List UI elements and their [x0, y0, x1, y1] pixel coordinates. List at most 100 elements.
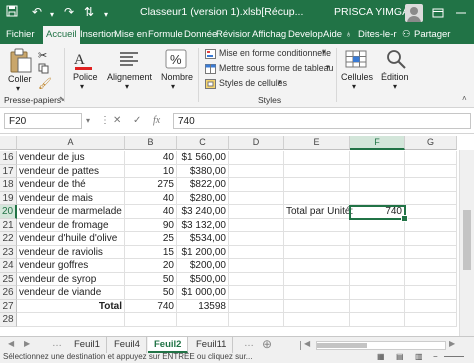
- cell-g22[interactable]: [405, 232, 457, 246]
- cell-styles-button[interactable]: Styles de cellules: [219, 78, 287, 88]
- cell-f27[interactable]: [350, 299, 405, 313]
- cell-b17[interactable]: 10: [125, 164, 177, 178]
- tab-revision[interactable]: Révisior: [216, 29, 250, 40]
- cell-e21[interactable]: [284, 218, 350, 232]
- cell-d19[interactable]: [229, 191, 284, 205]
- cell-b21[interactable]: 90: [125, 218, 177, 232]
- cell-g17[interactable]: [405, 164, 457, 178]
- column-header-d[interactable]: D: [229, 136, 284, 150]
- column-header-e[interactable]: E: [284, 136, 350, 150]
- cell-f22[interactable]: [350, 232, 405, 246]
- cell-g27[interactable]: [405, 299, 457, 313]
- cell-a17[interactable]: vendeur de pattes: [17, 164, 125, 178]
- cell-d25[interactable]: [229, 272, 284, 286]
- column-header-b[interactable]: B: [125, 136, 177, 150]
- cell-f17[interactable]: [350, 164, 405, 178]
- font-dropdown-icon[interactable]: ▾: [80, 82, 84, 91]
- cell-g20[interactable]: [405, 205, 457, 219]
- cell-d22[interactable]: [229, 232, 284, 246]
- cells-button[interactable]: Cellules: [341, 72, 373, 82]
- tab-formules[interactable]: Formule: [148, 29, 183, 40]
- cell-c16[interactable]: $1 560,00: [177, 151, 229, 165]
- cell-b20[interactable]: 40: [125, 205, 177, 219]
- cell-c27[interactable]: 13598: [177, 299, 229, 313]
- cell-b27[interactable]: 740: [125, 299, 177, 313]
- conditional-formatting-icon[interactable]: [205, 49, 216, 62]
- cell-d20[interactable]: [229, 205, 284, 219]
- cell-c17[interactable]: $380,00: [177, 164, 229, 178]
- cell-g16[interactable]: [405, 151, 457, 165]
- cell-b25[interactable]: 50: [125, 272, 177, 286]
- name-box[interactable]: F20: [4, 113, 82, 129]
- cell-d23[interactable]: [229, 245, 284, 259]
- cell-f23[interactable]: [350, 245, 405, 259]
- row-header-26[interactable]: 26: [0, 286, 17, 300]
- row-header-22[interactable]: 22: [0, 232, 17, 246]
- font-icon[interactable]: A: [73, 49, 95, 74]
- cell-f16[interactable]: [350, 151, 405, 165]
- cell-e16[interactable]: [284, 151, 350, 165]
- row-header-18[interactable]: 18: [0, 178, 17, 192]
- cell-f24[interactable]: [350, 259, 405, 273]
- row-header-20[interactable]: 20: [0, 205, 17, 219]
- zoom-out-icon[interactable]: −: [433, 353, 438, 361]
- cell-a28[interactable]: [17, 313, 125, 327]
- cell-c23[interactable]: $1 200,00: [177, 245, 229, 259]
- cell-c19[interactable]: $280,00: [177, 191, 229, 205]
- number-dropdown-icon[interactable]: ▾: [171, 82, 175, 91]
- number-button[interactable]: Nombre: [161, 72, 193, 82]
- cell-g28[interactable]: [405, 313, 457, 327]
- cell-e19[interactable]: [284, 191, 350, 205]
- cell-a18[interactable]: vendeur de thé: [17, 178, 125, 192]
- cell-f25[interactable]: [350, 272, 405, 286]
- cell-c24[interactable]: $200,00: [177, 259, 229, 273]
- cell-c21[interactable]: $3 132,00: [177, 218, 229, 232]
- cell-f19[interactable]: [350, 191, 405, 205]
- horizontal-scroll-thumb[interactable]: [317, 343, 367, 348]
- cell-e28[interactable]: [284, 313, 350, 327]
- cell-a24[interactable]: vendeur goffres: [17, 259, 125, 273]
- tab-mise-en-page[interactable]: Mise en: [114, 29, 147, 40]
- cell-g21[interactable]: [405, 218, 457, 232]
- cell-d17[interactable]: [229, 164, 284, 178]
- row-header-28[interactable]: 28: [0, 313, 17, 327]
- sheet-tab-feuil1[interactable]: Feuil1: [68, 337, 107, 353]
- cell-g19[interactable]: [405, 191, 457, 205]
- format-as-table-button[interactable]: Mettre sous forme de tableau: [219, 63, 333, 73]
- cell-e24[interactable]: [284, 259, 350, 273]
- row-header-23[interactable]: 23: [0, 245, 17, 259]
- formula-input[interactable]: 740: [173, 113, 471, 129]
- cell-d26[interactable]: [229, 286, 284, 300]
- avatar[interactable]: [405, 4, 423, 22]
- insert-function-icon[interactable]: fx: [153, 115, 160, 126]
- cell-a19[interactable]: vendeur de mais: [17, 191, 125, 205]
- resize-handle-icon[interactable]: ⋮: [100, 115, 111, 126]
- conditional-formatting-button[interactable]: Mise en forme conditionnelle: [219, 48, 331, 58]
- row-header-24[interactable]: 24: [0, 259, 17, 273]
- more-sheets-icon[interactable]: …: [52, 338, 62, 349]
- cell-b28[interactable]: [125, 313, 177, 327]
- format-painter-icon[interactable]: 🖌: [38, 77, 52, 90]
- editing-dropdown-icon[interactable]: ▾: [393, 82, 397, 91]
- cell-b16[interactable]: 40: [125, 151, 177, 165]
- cell-e25[interactable]: [284, 272, 350, 286]
- cell-d28[interactable]: [229, 313, 284, 327]
- cell-styles-dropdown-icon[interactable]: ▾: [278, 78, 282, 86]
- column-header-f[interactable]: F: [350, 136, 405, 150]
- scroll-splitter[interactable]: [300, 341, 301, 350]
- cell-b24[interactable]: 20: [125, 259, 177, 273]
- copy-icon[interactable]: [38, 63, 49, 77]
- cell-b22[interactable]: 25: [125, 232, 177, 246]
- row-header-19[interactable]: 19: [0, 191, 17, 205]
- cell-b19[interactable]: 40: [125, 191, 177, 205]
- worksheet-grid[interactable]: A B C D E F G 16 vendeur de jus 40 $1 560,0…: [0, 136, 474, 336]
- cell-f18[interactable]: [350, 178, 405, 192]
- tab-accueil[interactable]: Accueil: [43, 26, 80, 44]
- tab-affichage[interactable]: Affichag: [252, 29, 286, 40]
- row-header-21[interactable]: 21: [0, 218, 17, 232]
- sheet-tab-feuil11[interactable]: Feuil11: [190, 337, 234, 353]
- enter-icon[interactable]: ✓: [133, 115, 141, 126]
- cells-icon[interactable]: [345, 48, 367, 73]
- select-all-corner[interactable]: [0, 136, 17, 150]
- more-sheets-right-icon[interactable]: …: [244, 338, 254, 349]
